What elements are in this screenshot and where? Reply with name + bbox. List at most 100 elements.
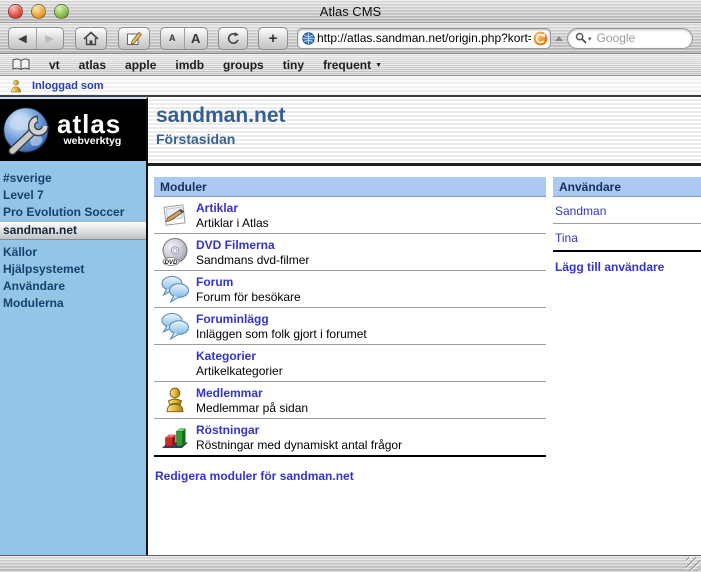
- bookmark-item-imdb[interactable]: imdb: [175, 58, 204, 72]
- bookmark-item-atlas[interactable]: atlas: [79, 58, 106, 72]
- module-link-medlemmar[interactable]: Medlemmar: [196, 386, 308, 400]
- modules-table-header: Moduler: [154, 177, 546, 197]
- zoom-window-button[interactable]: [54, 4, 69, 19]
- text-size-buttons: A A: [160, 27, 208, 50]
- search-field[interactable]: ▾: [567, 28, 693, 49]
- module-description: Inläggen som folk gjort i forumet: [196, 327, 367, 341]
- site-globe-favicon: [302, 32, 315, 45]
- person-icon[interactable]: [154, 386, 196, 414]
- sidebar-item-level7[interactable]: Level 7: [0, 187, 146, 204]
- module-link-artiklar[interactable]: Artiklar: [196, 201, 269, 215]
- edit-modules-link[interactable]: Redigera moduler för sandman.net: [155, 469, 546, 483]
- module-row-foruminlagg: Foruminlägg Inläggen som folk gjort i fo…: [154, 308, 546, 345]
- module-text: Artiklar Artiklar i Atlas: [196, 201, 269, 230]
- logged-in-as-link[interactable]: Inloggad som: [32, 80, 104, 92]
- back-button[interactable]: ◀: [10, 28, 36, 49]
- dvd-disc-icon[interactable]: DVD: [154, 237, 196, 267]
- module-link-foruminlagg[interactable]: Foruminlägg: [196, 312, 367, 326]
- sidebar-item-kallor[interactable]: Källor: [0, 244, 146, 261]
- history-buttons: ◀ ▶: [8, 27, 64, 50]
- module-link-dvd-filmerna[interactable]: DVD Filmerna: [196, 238, 309, 252]
- module-link-forum[interactable]: Forum: [196, 275, 301, 289]
- user-link-sandman[interactable]: Sandman: [553, 197, 701, 224]
- close-window-button[interactable]: [8, 4, 23, 19]
- address-bar[interactable]: [297, 28, 551, 49]
- module-description: Röstningar med dynamiskt antal frågor: [196, 438, 402, 452]
- small-a-icon: A: [169, 33, 176, 43]
- sidebar-item-pro-evolution-soccer[interactable]: Pro Evolution Soccer: [0, 204, 146, 221]
- globe-wrench-icon: [0, 103, 54, 157]
- window-title: Atlas CMS: [0, 4, 701, 19]
- snapback-button[interactable]: [533, 31, 548, 46]
- sidebar-item-modulerna[interactable]: Modulerna: [0, 295, 146, 312]
- window-bottom-bar: [0, 555, 701, 572]
- login-status-bar: Inloggad som: [0, 76, 701, 97]
- atlas-logo-text: atlas webverktyg: [57, 113, 121, 147]
- minimize-window-button[interactable]: [31, 4, 46, 19]
- bookmark-menu-frequent[interactable]: frequent ▼: [323, 58, 382, 72]
- article-icon[interactable]: [154, 200, 196, 230]
- add-bookmark-button[interactable]: +: [258, 27, 288, 50]
- page-subtitle: Förstasidan: [156, 131, 701, 147]
- sidebar-item-sverige[interactable]: #sverige: [0, 170, 146, 187]
- user-link-tina[interactable]: Tina: [553, 224, 701, 252]
- module-row-rostningar: Röstningar Röstningar med dynamiskt anta…: [154, 419, 546, 457]
- big-a-icon: A: [191, 31, 200, 46]
- speech-bubbles-icon[interactable]: [154, 311, 196, 341]
- sidebar-item-anvandare[interactable]: Användare: [0, 278, 146, 295]
- page-header: sandman.net Förstasidan: [148, 97, 701, 166]
- bookmark-item-groups[interactable]: groups: [223, 58, 264, 72]
- dropdown-arrow-icon: ▼: [375, 62, 382, 69]
- snapback-icon: [533, 31, 548, 46]
- bookmark-item-apple[interactable]: apple: [125, 58, 156, 72]
- module-link-kategorier[interactable]: Kategorier: [196, 349, 283, 363]
- atlas-logo-subtitle: webverktyg: [57, 135, 121, 147]
- browser-window: Atlas CMS ◀ ▶ A A +: [0, 0, 701, 572]
- add-user-link[interactable]: Lägg till användare: [553, 252, 701, 274]
- sidebar-item-hjalpsystemet[interactable]: Hjälpsystemet: [0, 261, 146, 278]
- home-icon: [83, 31, 99, 46]
- bookmarks-book-icon[interactable]: [12, 58, 30, 71]
- users-table-header: Användare: [553, 177, 701, 197]
- bookmark-menu-label: frequent: [323, 58, 371, 72]
- url-input[interactable]: [315, 31, 533, 45]
- atlas-logo-title: atlas: [57, 113, 121, 135]
- module-link-rostningar[interactable]: Röstningar: [196, 423, 402, 437]
- window-controls: [8, 4, 69, 19]
- module-description: Forum för besökare: [196, 290, 301, 304]
- bookmark-item-vt[interactable]: vt: [49, 58, 60, 72]
- module-row-medlemmar: Medlemmar Medlemmar på sidan: [154, 382, 546, 419]
- smaller-text-button[interactable]: A: [161, 28, 184, 49]
- module-description: Medlemmar på sidan: [196, 401, 308, 415]
- compose-button[interactable]: [118, 27, 150, 50]
- module-row-artiklar: Artiklar Artiklar i Atlas: [154, 197, 546, 234]
- reload-icon: [226, 31, 241, 46]
- bookmark-item-tiny[interactable]: tiny: [283, 58, 304, 72]
- module-text: Kategorier Artikelkategorier: [196, 349, 283, 378]
- bar-chart-icon[interactable]: [154, 422, 196, 452]
- reload-button[interactable]: [218, 27, 248, 50]
- google-search-input[interactable]: [595, 30, 661, 46]
- plus-icon: +: [269, 31, 278, 46]
- module-text: DVD Filmerna Sandmans dvd-filmer: [196, 238, 309, 267]
- users-table: Användare Sandman Tina Lägg till använda…: [553, 177, 701, 483]
- search-menu-caret-icon[interactable]: ▾: [588, 35, 592, 43]
- module-text: Foruminlägg Inläggen som folk gjort i fo…: [196, 312, 367, 341]
- sidebar: atlas webverktyg #sverige Level 7 Pro Ev…: [0, 97, 148, 555]
- speech-bubbles-icon[interactable]: [154, 274, 196, 304]
- resize-grip[interactable]: [686, 557, 700, 571]
- svg-text:DVD: DVD: [164, 259, 178, 266]
- forward-button[interactable]: ▶: [36, 28, 63, 49]
- module-description: Sandmans dvd-filmer: [196, 253, 309, 267]
- atlas-logo: atlas webverktyg: [0, 99, 146, 161]
- module-text: Röstningar Röstningar med dynamiskt anta…: [196, 423, 402, 452]
- home-button[interactable]: [75, 27, 107, 50]
- module-row-forum: Forum Forum för besökare: [154, 271, 546, 308]
- toolbar-divider-caret: [555, 36, 563, 41]
- sidebar-nav: #sverige Level 7 Pro Evolution Soccer sa…: [0, 161, 146, 312]
- bookmarks-bar: vt atlas apple imdb groups tiny frequent…: [0, 54, 701, 76]
- larger-text-button[interactable]: A: [184, 28, 208, 49]
- window-titlebar[interactable]: Atlas CMS: [0, 0, 701, 23]
- module-row-kategorier: Kategorier Artikelkategorier: [154, 345, 546, 382]
- sidebar-item-sandman-net[interactable]: sandman.net: [0, 221, 146, 240]
